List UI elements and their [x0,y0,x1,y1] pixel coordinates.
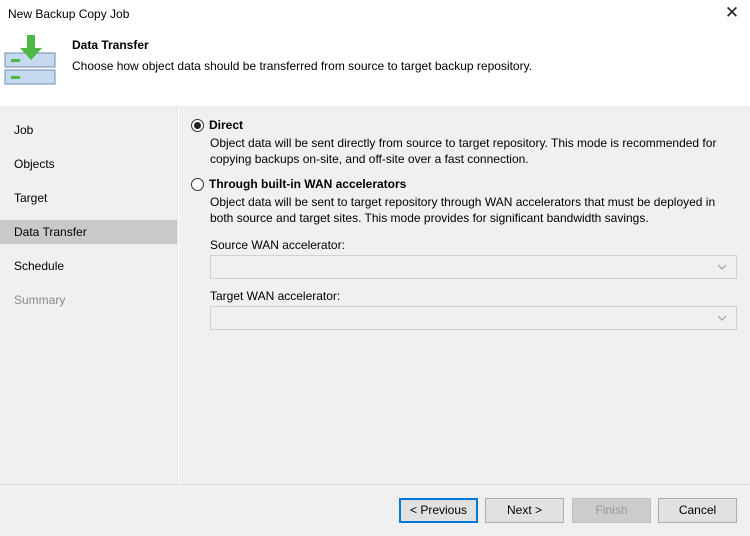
page-description: Choose how object data should be transfe… [72,59,533,73]
source-wan-accelerator-label: Source WAN accelerator: [210,238,345,252]
target-wan-accelerator-dropdown[interactable] [210,306,737,330]
title-bar: New Backup Copy Job ✕ [0,0,750,28]
next-button[interactable]: Next > [485,498,564,523]
sidebar-item-schedule[interactable]: Schedule [0,254,178,278]
data-transfer-panel: Direct Object data will be sent directly… [179,106,750,484]
wan-accelerator-radio[interactable] [191,178,204,191]
sidebar-item-data-transfer[interactable]: Data Transfer [0,220,178,244]
chevron-down-icon [717,315,727,321]
window-title: New Backup Copy Job [8,7,130,21]
target-wan-accelerator-label: Target WAN accelerator: [210,289,341,303]
wizard-header: Data Transfer Choose how object data sho… [0,28,750,106]
sidebar-divider [177,106,178,484]
cancel-button[interactable]: Cancel [658,498,737,523]
direct-option-label[interactable]: Direct [209,118,243,132]
source-wan-accelerator-dropdown[interactable] [210,255,737,279]
sidebar-item-objects[interactable]: Objects [0,152,178,176]
wizard-steps-sidebar: Job Objects Target Data Transfer Schedul… [0,106,178,484]
chevron-down-icon [717,264,727,270]
page-title: Data Transfer [72,38,149,52]
finish-button: Finish [572,498,651,523]
wizard-footer: < Previous Next > Finish Cancel [0,484,750,536]
sidebar-item-job[interactable]: Job [0,118,178,142]
previous-button[interactable]: < Previous [399,498,478,523]
sidebar-item-target[interactable]: Target [0,186,178,210]
wan-accelerator-option-label[interactable]: Through built-in WAN accelerators [209,177,406,191]
backup-copy-icon [4,35,56,85]
wan-accelerator-option-description: Object data will be sent to target repos… [210,195,716,225]
direct-radio[interactable] [191,119,204,132]
sidebar-item-summary: Summary [14,293,66,307]
direct-option-description: Object data will be sent directly from s… [210,136,717,166]
radio-selected-dot [194,122,201,129]
close-icon[interactable]: ✕ [722,3,742,23]
